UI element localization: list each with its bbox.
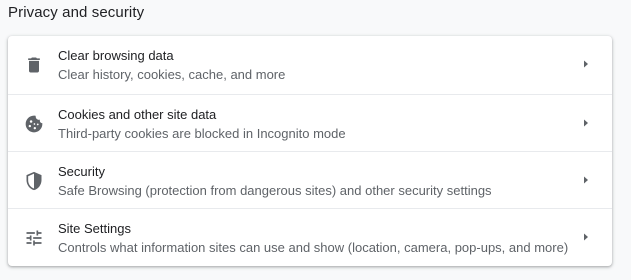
shield-icon [24, 171, 44, 191]
site-settings-row[interactable]: Site Settings Controls what information … [8, 208, 612, 265]
trash-icon [24, 55, 44, 75]
cookie-icon [24, 114, 44, 134]
security-description: Safe Browsing (protection from dangerous… [58, 183, 492, 198]
arrow-right-icon [580, 116, 592, 130]
cookies-site-data-description: Third-party cookies are blocked in Incog… [58, 126, 346, 141]
privacy-security-card: Clear browsing data Clear history, cooki… [8, 36, 612, 266]
cookies-site-data-row[interactable]: Cookies and other site data Third-party … [8, 94, 612, 151]
clear-browsing-data-label: Clear browsing data [58, 48, 174, 63]
arrow-right-icon [580, 57, 592, 71]
clear-browsing-data-row[interactable]: Clear browsing data Clear history, cooki… [8, 36, 612, 93]
site-settings-description: Controls what information sites can use … [58, 240, 569, 255]
security-row[interactable]: Security Safe Browsing (protection from … [8, 151, 612, 208]
tune-icon [24, 228, 44, 248]
section-title: Privacy and security [8, 4, 145, 21]
clear-browsing-data-description: Clear history, cookies, cache, and more [58, 67, 286, 82]
security-label: Security [58, 164, 105, 179]
cookies-site-data-label: Cookies and other site data [58, 107, 217, 122]
site-settings-label: Site Settings [58, 221, 131, 236]
arrow-right-icon [580, 230, 592, 244]
arrow-right-icon [580, 173, 592, 187]
